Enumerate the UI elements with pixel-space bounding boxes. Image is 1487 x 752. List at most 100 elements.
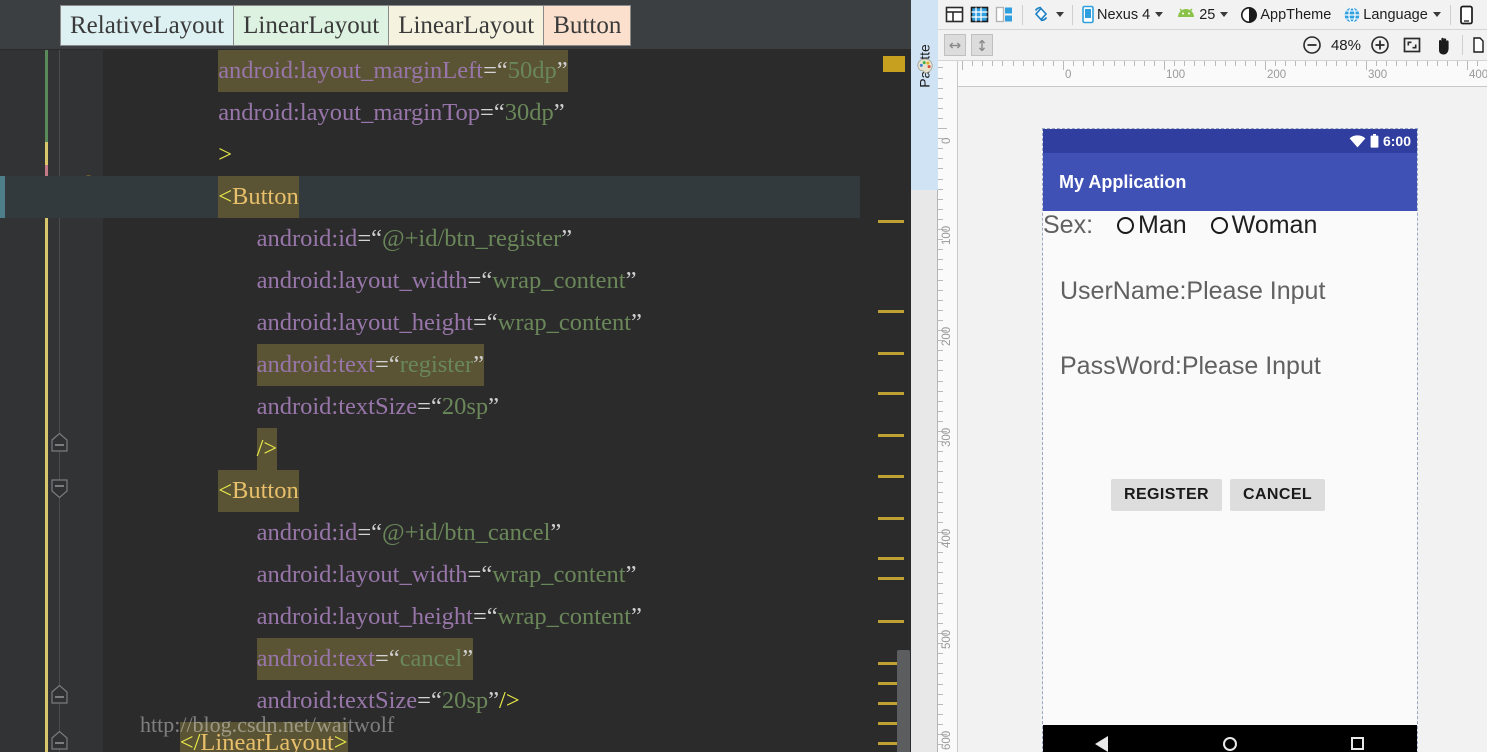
code-line[interactable]: /> (0, 428, 860, 470)
code-line-text: android:text=“cancel” (256, 638, 474, 680)
breadcrumb-item-relativelayout-0[interactable]: RelativeLayout (60, 5, 234, 46)
ruler-tick (938, 501, 943, 503)
code-line[interactable]: > (0, 134, 860, 176)
constrain-width-icon[interactable] (944, 34, 966, 56)
username-value[interactable]: Please Input (1186, 277, 1325, 305)
code-warning-stripe[interactable] (878, 577, 904, 580)
ruler-tick (1214, 61, 1216, 66)
api-level-selector[interactable]: 25 (1172, 2, 1231, 28)
code-token-eq: = (357, 225, 372, 252)
code-line[interactable]: android:textSize=“20sp”/> (0, 680, 860, 722)
radio-woman[interactable] (1210, 217, 1228, 234)
breadcrumb-item-button-3[interactable]: Button (543, 5, 632, 46)
code-line[interactable]: android:layout_height=“wrap_content” (0, 596, 860, 638)
device-preview[interactable]: 6:00 My Application UserName:Please Inpu… (1042, 128, 1418, 752)
nav-recents-icon[interactable] (1351, 737, 1364, 750)
code-line[interactable]: android:id=“@+id/btn_register” (0, 218, 860, 260)
zoom-out-icon[interactable] (1299, 32, 1325, 58)
ruler-tick (1436, 61, 1438, 66)
code-token-attr: android:layout_marginLeft (218, 57, 484, 84)
warning-marker-icon[interactable] (883, 56, 905, 72)
ruler-label-v: 0 (941, 137, 953, 144)
breadcrumb-item-linearlayout-2[interactable]: LinearLayout (388, 5, 544, 46)
radio-man[interactable] (1117, 217, 1135, 234)
username-row: UserName:Please Input (1060, 277, 1325, 306)
theme-selector[interactable]: AppTheme (1237, 2, 1334, 28)
breadcrumb-item-linearlayout-1[interactable]: LinearLayout (233, 5, 389, 46)
code-token-attr: android:layout_marginTop (218, 99, 481, 126)
code-warning-stripe[interactable] (878, 620, 904, 623)
ruler-tick (1012, 61, 1014, 66)
code-line[interactable]: android:layout_marginLeft=“50dp” (0, 50, 860, 92)
code-line[interactable]: android:layout_height=“wrap_content” (0, 302, 860, 344)
code-line[interactable]: android:textSize=“20sp” (0, 386, 860, 428)
ruler-tick (938, 471, 943, 473)
nav-back-icon[interactable] (1095, 736, 1108, 752)
code-token-brk: > (218, 141, 233, 168)
view-mode-design-button[interactable] (942, 2, 967, 28)
overflow-icon[interactable] (1468, 32, 1487, 58)
code-line[interactable]: <Button (0, 176, 860, 218)
palette-icon (916, 57, 934, 75)
code-warning-stripe[interactable] (878, 310, 904, 313)
register-button[interactable]: REGISTER (1111, 479, 1222, 511)
constrain-height-icon[interactable] (971, 34, 993, 56)
code-line[interactable]: android:layout_marginTop=“30dp” (0, 92, 860, 134)
pan-hand-icon[interactable] (1431, 32, 1457, 58)
code-line[interactable]: </LinearLayout> (0, 722, 860, 752)
phone-icon[interactable] (1456, 2, 1477, 28)
device-selector[interactable]: Nexus 4 (1078, 2, 1166, 28)
code-line[interactable]: <Button (0, 470, 860, 512)
password-value[interactable]: Please Input (1182, 352, 1321, 380)
ruler-tick (938, 77, 943, 79)
ruler-tick (938, 713, 943, 715)
ruler-tick (1002, 61, 1004, 66)
view-mode-both-button[interactable] (992, 2, 1017, 28)
ruler-label-h: 200 (1267, 69, 1287, 81)
code-warning-stripe[interactable] (878, 220, 904, 223)
ruler-tick (1174, 61, 1176, 66)
ruler-tick (938, 582, 943, 584)
ruler-label-h: 400 (1469, 69, 1487, 81)
ruler-tick (1194, 61, 1196, 66)
ruler-tick (938, 622, 943, 624)
zoom-in-icon[interactable] (1367, 32, 1393, 58)
code-line[interactable]: android:layout_width=“wrap_content” (0, 554, 860, 596)
code-line[interactable]: android:id=“@+id/btn_cancel” (0, 512, 860, 554)
design-canvas[interactable]: 6:00 My Application UserName:Please Inpu… (959, 87, 1487, 752)
code-warning-stripe[interactable] (878, 517, 904, 520)
code-text-area[interactable]: android:layout_marginLeft=“50dp” android:… (0, 50, 860, 752)
ruler-tick (938, 723, 943, 725)
ruler-tick (972, 61, 974, 66)
ruler-label-v: 100 (941, 225, 953, 245)
zoom-fit-icon[interactable] (1399, 32, 1425, 58)
ruler-tick (1275, 61, 1277, 66)
code-warning-stripe[interactable] (878, 475, 904, 478)
code-token-str: 30dp (504, 99, 554, 126)
ruler-tick (938, 410, 943, 412)
palette-tool-tab[interactable]: Palette (911, 0, 938, 752)
code-warning-stripe[interactable] (878, 352, 904, 355)
code-line[interactable]: android:layout_width=“wrap_content” (0, 260, 860, 302)
code-warning-stripe[interactable] (878, 557, 904, 560)
orientation-button[interactable] (1028, 2, 1067, 28)
cancel-button[interactable]: CANCEL (1230, 479, 1326, 511)
code-line[interactable]: android:text=“cancel” (0, 638, 860, 680)
view-mode-blueprint-button[interactable] (967, 2, 992, 28)
horizontal-ruler: 0 100 200 300 400 (958, 61, 1487, 87)
language-selector[interactable]: Language (1340, 2, 1444, 28)
editor-marker-gutter[interactable] (860, 50, 911, 752)
ruler-tick (1143, 61, 1145, 66)
code-token-attr: android:id (256, 519, 358, 546)
code-warning-stripe[interactable] (878, 392, 904, 395)
code-token-quote: “ (486, 309, 498, 336)
code-token-attr: android:layout_height (256, 603, 473, 630)
code-line[interactable]: android:text=“register” (0, 344, 860, 386)
ruler-tick (1406, 61, 1408, 66)
ruler-tick (962, 61, 963, 70)
editor-scrollbar[interactable] (897, 650, 910, 752)
ruler-tick (938, 289, 943, 291)
code-token-quote: “ (481, 267, 493, 294)
nav-home-icon[interactable] (1223, 737, 1237, 751)
code-warning-stripe[interactable] (878, 434, 904, 437)
